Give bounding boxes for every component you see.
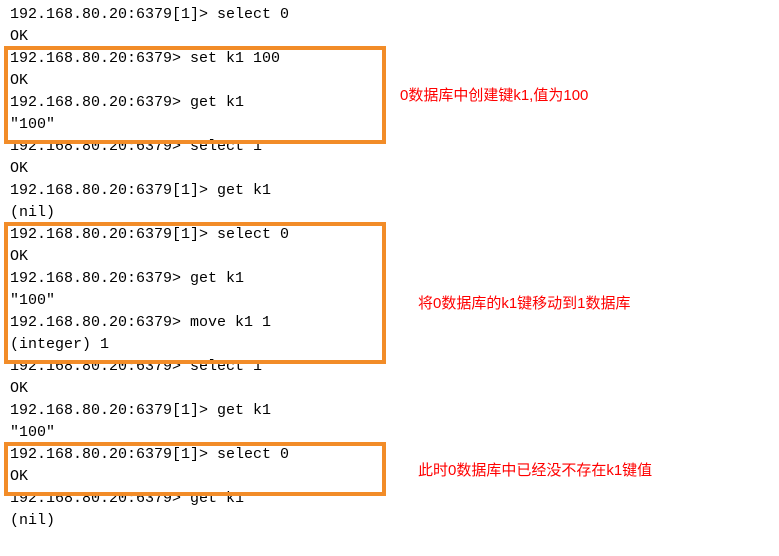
terminal-line: (nil) [10, 510, 779, 532]
annotation-2: 将0数据库的k1键移动到1数据库 [418, 293, 631, 315]
annotation-1: 0数据库中创建键k1,值为100 [400, 85, 588, 107]
terminal-line: 192.168.80.20:6379> set k1 100 [10, 48, 779, 70]
terminal-line: "100" [10, 114, 779, 136]
terminal-line: 192.168.80.20:6379[1]> select 0 [10, 4, 779, 26]
terminal-line: (nil) [10, 202, 779, 224]
terminal-line: 192.168.80.20:6379[1]> get k1 [10, 180, 779, 202]
terminal-line: OK [10, 26, 779, 48]
terminal-line: 192.168.80.20:6379> select 1 [10, 356, 779, 378]
terminal-line: (integer) 1 [10, 334, 779, 356]
terminal-line: "100" [10, 290, 779, 312]
terminal-line: 192.168.80.20:6379[1]> get k1 [10, 400, 779, 422]
terminal-line: 192.168.80.20:6379[1]> select 0 [10, 224, 779, 246]
terminal-line: 192.168.80.20:6379> move k1 1 [10, 312, 779, 334]
terminal-output: 192.168.80.20:6379[1]> select 0 OK 192.1… [0, 0, 779, 536]
terminal-line: "100" [10, 422, 779, 444]
terminal-line: 192.168.80.20:6379> select 1 [10, 136, 779, 158]
terminal-line: OK [10, 466, 779, 488]
terminal-line: OK [10, 70, 779, 92]
terminal-line: 192.168.80.20:6379> get k1 [10, 488, 779, 510]
terminal-line: OK [10, 158, 779, 180]
terminal-line: 192.168.80.20:6379[1]> select 0 [10, 444, 779, 466]
terminal-line: OK [10, 246, 779, 268]
terminal-line: 192.168.80.20:6379> get k1 [10, 268, 779, 290]
terminal-line: 192.168.80.20:6379> get k1 [10, 92, 779, 114]
terminal-line: OK [10, 378, 779, 400]
annotation-3: 此时0数据库中已经没不存在k1键值 [418, 460, 652, 482]
